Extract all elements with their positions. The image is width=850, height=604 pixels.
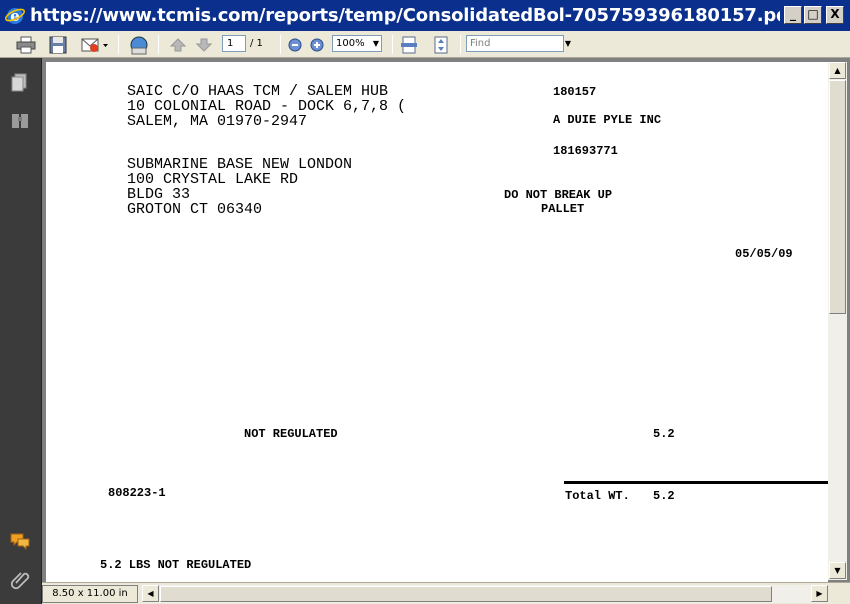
ship-to-line2: 100 CRYSTAL LAKE RD (127, 171, 299, 188)
total-value: 5.2 (653, 489, 675, 503)
paperclip-icon[interactable] (9, 568, 31, 590)
ship-from-line3: SALEM, MA 01970-2947 (127, 113, 308, 130)
arrow-right-icon: ▶ (816, 589, 823, 598)
item-description: NOT REGULATED (244, 427, 338, 441)
carrier-name: A DUIE PYLE INC (553, 113, 662, 127)
zoom-in-icon (310, 38, 324, 51)
bol-date: 05/05/09 (735, 247, 793, 261)
ie-toolbar-button[interactable] (126, 34, 152, 55)
status-bar: 8.50 x 11.00 in ◀ ▶ (42, 582, 850, 604)
printer-icon (16, 36, 36, 53)
title-bar: e https://www.tcmis.com/reports/temp/Con… (0, 0, 850, 31)
previous-page-button[interactable] (168, 34, 188, 55)
arrow-up-icon: ▲ (834, 66, 841, 75)
scroll-right-button[interactable]: ▶ (811, 585, 828, 602)
vertical-scroll-thumb[interactable] (829, 80, 846, 314)
print-button[interactable] (14, 34, 38, 55)
zoom-out-button[interactable] (286, 34, 304, 55)
tracking-number: 181693771 (553, 144, 618, 158)
find-input[interactable]: Find ▼ (466, 35, 571, 52)
floppy-disk-icon (49, 36, 67, 53)
minimize-button[interactable]: _ (784, 6, 802, 24)
zoom-select[interactable]: 100% ▼ (332, 35, 382, 52)
zoom-in-button[interactable] (308, 34, 326, 55)
arrow-down-icon: ▼ (834, 566, 841, 575)
arrow-left-icon: ◀ (147, 589, 154, 598)
zoom-value: 100% (336, 38, 365, 49)
vertical-scrollbar[interactable]: ▲ ▼ (828, 62, 847, 580)
maximize-button[interactable]: □ (804, 6, 822, 24)
scroll-left-button[interactable]: ◀ (142, 585, 159, 602)
horizontal-scroll-thumb[interactable] (160, 586, 772, 602)
email-attachment-icon (81, 38, 108, 52)
comments-icon[interactable] (9, 530, 31, 552)
fit-width-button[interactable] (398, 34, 420, 55)
chevron-down-icon[interactable]: ▼ (565, 36, 571, 51)
ship-to-line4: GROTON CT 06340 (127, 201, 263, 218)
horizontal-scrollbar[interactable]: ◀ ▶ (142, 585, 828, 603)
scroll-down-button[interactable]: ▼ (829, 562, 846, 579)
total-label: Total WT. (565, 489, 630, 503)
save-button[interactable] (46, 34, 70, 55)
pdf-page: SAIC C/O HAAS TCM / SALEM HUB 10 COLONIA… (46, 62, 828, 582)
arrow-down-icon (196, 38, 212, 52)
zoom-out-icon (288, 38, 302, 51)
fit-width-icon (401, 36, 417, 53)
document-viewport[interactable]: SAIC C/O HAAS TCM / SALEM HUB 10 COLONIA… (42, 58, 850, 582)
item-weight: 5.2 (653, 427, 675, 441)
close-button[interactable]: X (826, 6, 844, 24)
instruction-line1: DO NOT BREAK UP (504, 188, 613, 202)
reference-number: 180157 (553, 85, 597, 99)
next-page-button[interactable] (194, 34, 214, 55)
pages-icon[interactable] (9, 72, 31, 94)
page-size-label: 8.50 x 11.00 in (42, 585, 138, 603)
page-number-input[interactable]: 1 (222, 35, 246, 52)
window-title: https://www.tcmis.com/reports/temp/Conso… (30, 5, 780, 26)
pdf-toolbar: 1 / 1 100% ▼ Find ▼ (0, 31, 850, 58)
chevron-down-icon: ▼ (372, 39, 379, 48)
page-total-label: / 1 (250, 38, 263, 49)
email-button[interactable] (78, 34, 112, 55)
maximize-icon: □ (807, 7, 819, 21)
fit-page-icon (434, 36, 448, 53)
minimize-icon: _ (790, 7, 796, 21)
arrow-up-icon (170, 37, 186, 51)
summary-line: 5.2 LBS NOT REGULATED (100, 558, 252, 572)
instruction-line2: PALLET (541, 202, 585, 216)
internet-explorer-icon: e (4, 7, 26, 25)
fit-page-button[interactable] (430, 34, 452, 55)
close-icon: X (830, 7, 840, 21)
ship-from-line2: 10 COLONIAL ROAD - DOCK 6,7,8 ( (127, 99, 407, 114)
globe-icon (130, 36, 148, 54)
ship-to-line1: SUBMARINE BASE NEW LONDON (127, 156, 353, 173)
ship-from-line1: SAIC C/O HAAS TCM / SALEM HUB (127, 83, 389, 100)
find-placeholder: Find (470, 38, 491, 49)
total-rule (564, 481, 828, 484)
ship-to-line3: BLDG 33 (127, 186, 191, 203)
navigation-panel (0, 58, 42, 604)
scroll-up-button[interactable]: ▲ (829, 62, 846, 79)
bookmarks-icon[interactable] (9, 110, 31, 132)
item-id: 808223-1 (108, 486, 166, 500)
